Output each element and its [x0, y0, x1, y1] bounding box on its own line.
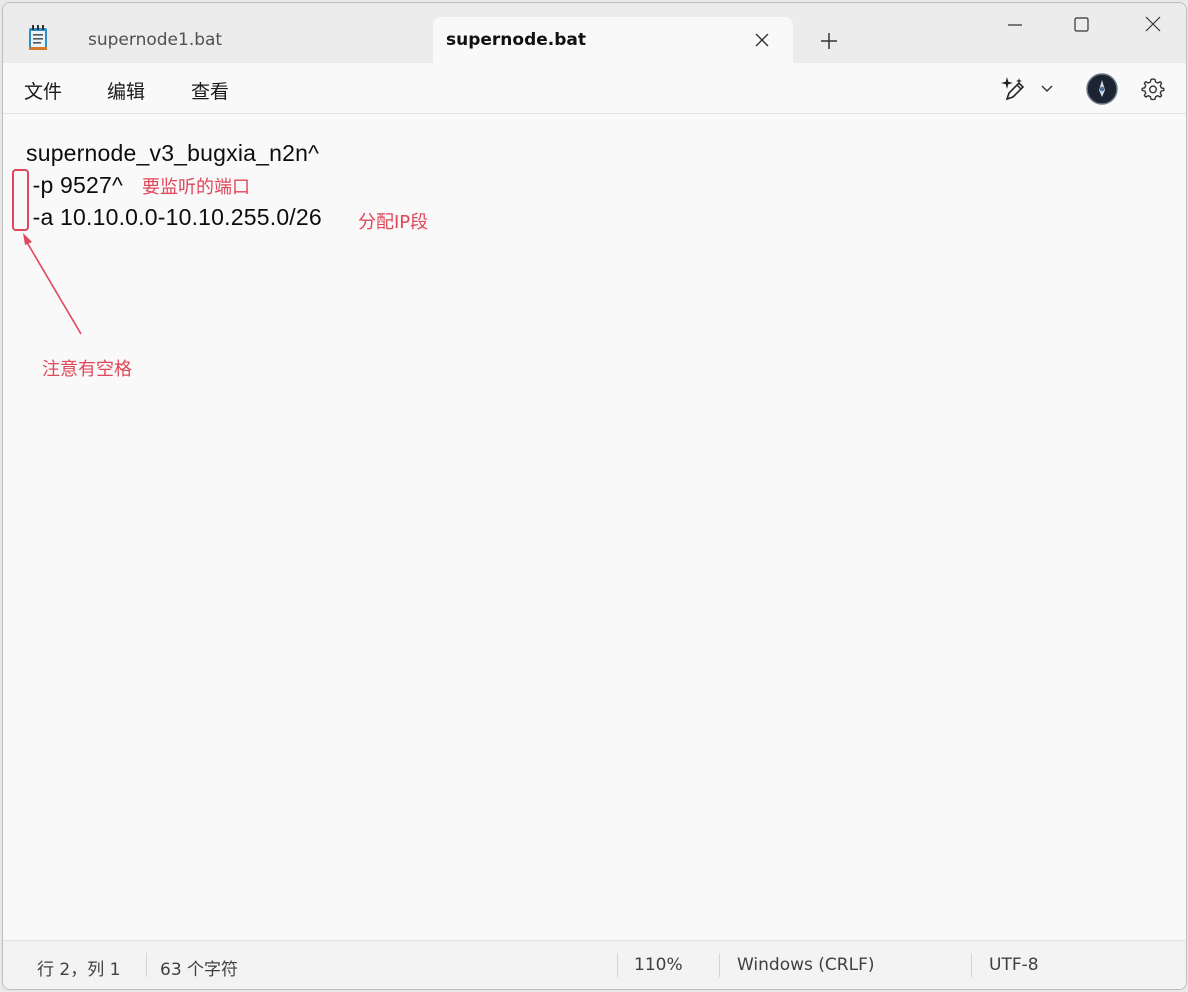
notepad-window: supernode1.bat supernode.bat 文件 编辑 查看 su…	[2, 2, 1187, 990]
status-bar: 行 2，列 1 63 个字符 110% Windows (CRLF) UTF-8	[3, 940, 1186, 989]
annotation-ip-range: 分配IP段	[358, 212, 429, 233]
status-divider	[146, 953, 147, 977]
line-ending[interactable]: Windows (CRLF)	[737, 955, 875, 975]
chevron-down-icon[interactable]	[1039, 82, 1055, 96]
annotation-note: 注意有空格	[42, 359, 132, 380]
editor-area[interactable]: supernode_v3_bugxia_n2n^ -p 9527^ -a 10.…	[3, 114, 1186, 941]
maximize-icon[interactable]	[1067, 13, 1095, 41]
plus-icon[interactable]	[818, 30, 840, 52]
title-bar[interactable]: supernode1.bat supernode.bat	[3, 3, 1186, 63]
minimize-icon[interactable]	[1001, 13, 1029, 41]
cursor-position: 行 2，列 1	[37, 960, 121, 980]
sparkle-pen-icon[interactable]	[999, 75, 1027, 103]
avatar[interactable]	[1086, 73, 1118, 105]
encoding[interactable]: UTF-8	[989, 955, 1039, 975]
close-icon[interactable]	[1139, 13, 1167, 41]
menu-bar: 文件 编辑 查看	[3, 63, 1186, 114]
tab-label: supernode.bat	[446, 30, 587, 50]
annotation-arrow	[23, 233, 82, 335]
tab-supernode[interactable]: supernode.bat	[433, 17, 793, 63]
close-icon[interactable]	[753, 31, 771, 49]
annotation-port: 要监听的端口	[142, 177, 250, 198]
character-count: 63 个字符	[160, 960, 239, 980]
menu-file[interactable]: 文件	[24, 77, 62, 104]
status-divider	[719, 953, 720, 977]
tab-label: supernode1.bat	[88, 30, 223, 50]
status-divider	[617, 953, 618, 977]
status-divider	[971, 953, 972, 977]
gear-icon[interactable]	[1141, 77, 1165, 101]
menu-view[interactable]: 查看	[191, 77, 229, 104]
menu-edit[interactable]: 编辑	[107, 77, 145, 104]
zoom-level[interactable]: 110%	[634, 955, 683, 975]
tab-supernode1[interactable]: supernode1.bat	[65, 17, 435, 63]
notepad-icon	[29, 25, 47, 50]
